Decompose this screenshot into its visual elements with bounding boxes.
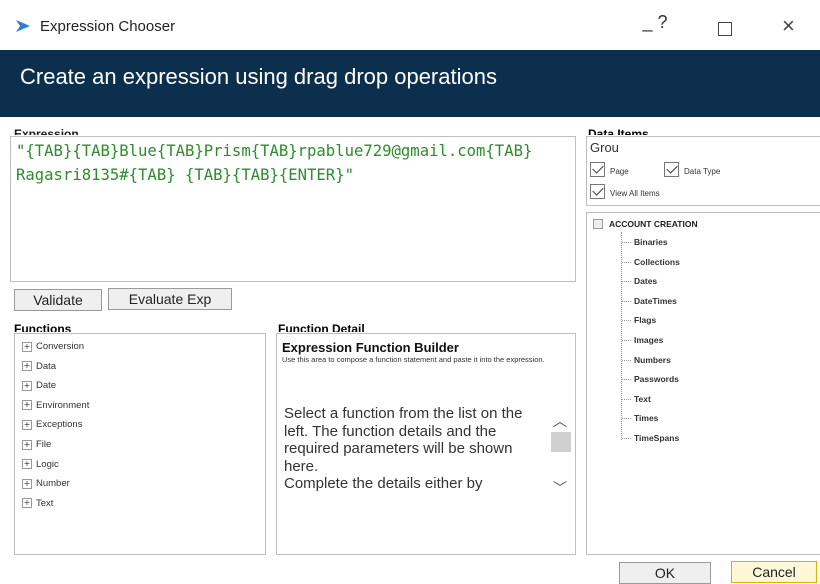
function-builder-title: Expression Function Builder xyxy=(282,340,459,355)
data-item[interactable]: Times xyxy=(621,413,658,423)
data-item[interactable]: Flags xyxy=(621,315,656,325)
data-items-label: Data Items xyxy=(588,127,649,135)
function-category-label: Exceptions xyxy=(36,419,83,431)
tree-connector-line xyxy=(621,232,622,440)
validate-button[interactable]: Validate xyxy=(14,289,102,311)
maximize-icon[interactable] xyxy=(718,22,732,36)
data-item[interactable]: Images xyxy=(621,335,663,345)
data-item[interactable]: Binaries xyxy=(622,237,668,247)
minimize-help-button[interactable]: _ ? xyxy=(640,12,670,33)
expression-text[interactable]: "{TAB}{TAB}Blue{TAB}Prism{TAB}rpablue729… xyxy=(16,139,536,187)
functions-label: Functions xyxy=(14,322,72,332)
function-category-label: Text xyxy=(36,497,54,509)
collapse-icon[interactable] xyxy=(593,219,603,229)
expand-icon[interactable]: + xyxy=(22,341,32,352)
data-item[interactable]: TimeSpans xyxy=(621,433,679,443)
view-all-items-checkbox[interactable] xyxy=(590,184,605,199)
expand-icon[interactable]: + xyxy=(22,478,32,489)
function-category-label: Logic xyxy=(36,458,59,470)
function-category-item[interactable]: + Text xyxy=(22,494,53,513)
expression-label: Expression xyxy=(14,127,79,135)
data-item[interactable]: Passwords xyxy=(622,374,679,384)
function-category-label: Conversion xyxy=(36,341,85,352)
scrollbar-thumb[interactable] xyxy=(551,432,571,452)
expand-icon[interactable]: + xyxy=(22,419,32,430)
tree-root-account-creation[interactable]: ACCOUNT CREATION xyxy=(609,219,698,229)
data-item[interactable]: Dates xyxy=(621,276,657,286)
view-all-items-label: View All Items xyxy=(610,189,660,198)
function-category-item[interactable]: + Number xyxy=(22,474,70,493)
expand-icon[interactable]: + xyxy=(22,380,32,391)
function-builder-subtitle: Use this area to compose a function stat… xyxy=(282,355,545,364)
header-title: Create an expression using drag drop ope… xyxy=(20,64,497,89)
data-item[interactable]: Numbers xyxy=(622,355,671,365)
function-category-label: Data xyxy=(36,360,57,372)
scroll-down-arrow-icon[interactable]: ﹀ xyxy=(553,478,567,498)
function-category-item[interactable]: + Environment xyxy=(22,396,89,415)
function-category-label: Number xyxy=(36,478,70,490)
cancel-button[interactable]: Cancel xyxy=(731,561,817,583)
group-field[interactable]: Grou xyxy=(590,140,619,155)
function-category-label: Date xyxy=(36,380,57,392)
scroll-up-arrow-icon[interactable]: ︿ xyxy=(553,411,567,431)
window-title: Expression Chooser xyxy=(40,18,176,35)
expand-icon[interactable]: + xyxy=(22,459,32,470)
close-icon[interactable]: × xyxy=(782,13,795,39)
function-detail-text: Select a function from the list on the l… xyxy=(284,405,523,492)
function-category-item[interactable]: + Date xyxy=(22,376,56,395)
function-category-item[interactable]: + Exceptions xyxy=(22,415,82,434)
expand-icon[interactable]: + xyxy=(22,439,32,450)
app-icon xyxy=(16,20,30,32)
function-category-item[interactable]: + Conversion xyxy=(22,337,84,356)
ok-button[interactable]: OK xyxy=(619,562,711,584)
function-category-item[interactable]: + File xyxy=(22,435,51,454)
evaluate-expression-button[interactable]: Evaluate Exp xyxy=(108,288,232,310)
function-detail-label: Function Detail xyxy=(278,322,365,332)
data-item[interactable]: Collections xyxy=(622,257,680,267)
data-item[interactable]: DateTimes xyxy=(622,296,677,306)
function-category-label: Environment xyxy=(36,399,90,411)
data-item[interactable]: Text xyxy=(622,394,651,404)
function-category-item[interactable]: + Data xyxy=(22,357,56,376)
page-checkbox-label: Page xyxy=(610,167,629,176)
expand-icon[interactable]: + xyxy=(22,361,32,372)
data-type-checkbox[interactable] xyxy=(664,162,679,177)
function-category-item[interactable]: + Logic xyxy=(22,455,59,474)
data-type-checkbox-label: Data Type xyxy=(684,167,721,176)
expand-icon[interactable]: + xyxy=(22,498,32,509)
expand-icon[interactable]: + xyxy=(22,400,32,411)
function-category-label: File xyxy=(36,439,52,450)
page-checkbox[interactable] xyxy=(590,162,605,177)
